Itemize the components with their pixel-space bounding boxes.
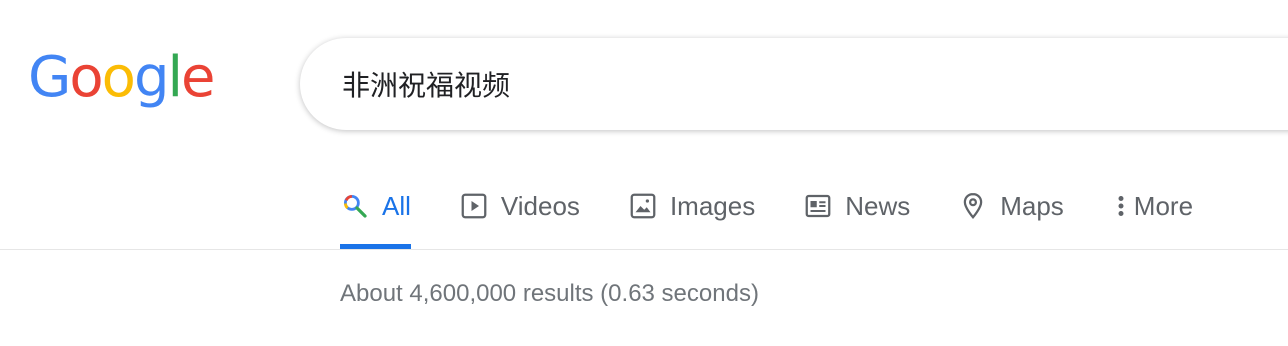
search-box[interactable]: [300, 38, 1288, 130]
tab-all[interactable]: All: [340, 184, 411, 250]
tab-news[interactable]: News: [803, 184, 910, 228]
search-tabs: All Videos Images News Maps More: [340, 184, 1241, 250]
tab-all-label: All: [382, 190, 411, 221]
tab-videos-label: Videos: [500, 190, 580, 221]
search-input[interactable]: [342, 62, 1242, 106]
logo-letter-g: G: [28, 45, 71, 110]
tab-images-label: Images: [669, 190, 756, 221]
search-icon: [340, 191, 370, 221]
tab-videos[interactable]: Videos: [459, 184, 580, 228]
image-icon: [628, 191, 658, 221]
logo-letter-g2: g: [133, 45, 170, 110]
tab-more-label: More: [1133, 190, 1194, 221]
tab-maps[interactable]: Maps: [958, 184, 1064, 228]
result-stats: About 4,600,000 results (0.63 seconds): [340, 280, 759, 307]
play-icon: [459, 191, 489, 221]
logo-letter-o1: o: [69, 45, 103, 110]
logo-letter-e: e: [181, 45, 215, 110]
logo-letter-l: l: [167, 45, 183, 110]
map-pin-icon: [958, 191, 988, 221]
tabs-divider: [0, 249, 1288, 250]
tab-images[interactable]: Images: [628, 184, 755, 228]
tab-news-label: News: [845, 190, 911, 221]
logo-letter-o2: o: [101, 45, 136, 110]
tab-more[interactable]: More: [1112, 184, 1193, 228]
tab-maps-label: Maps: [1000, 190, 1064, 221]
google-logo[interactable]: Google: [28, 45, 216, 110]
more-vertical-icon: [1112, 191, 1130, 221]
news-icon: [803, 191, 833, 221]
